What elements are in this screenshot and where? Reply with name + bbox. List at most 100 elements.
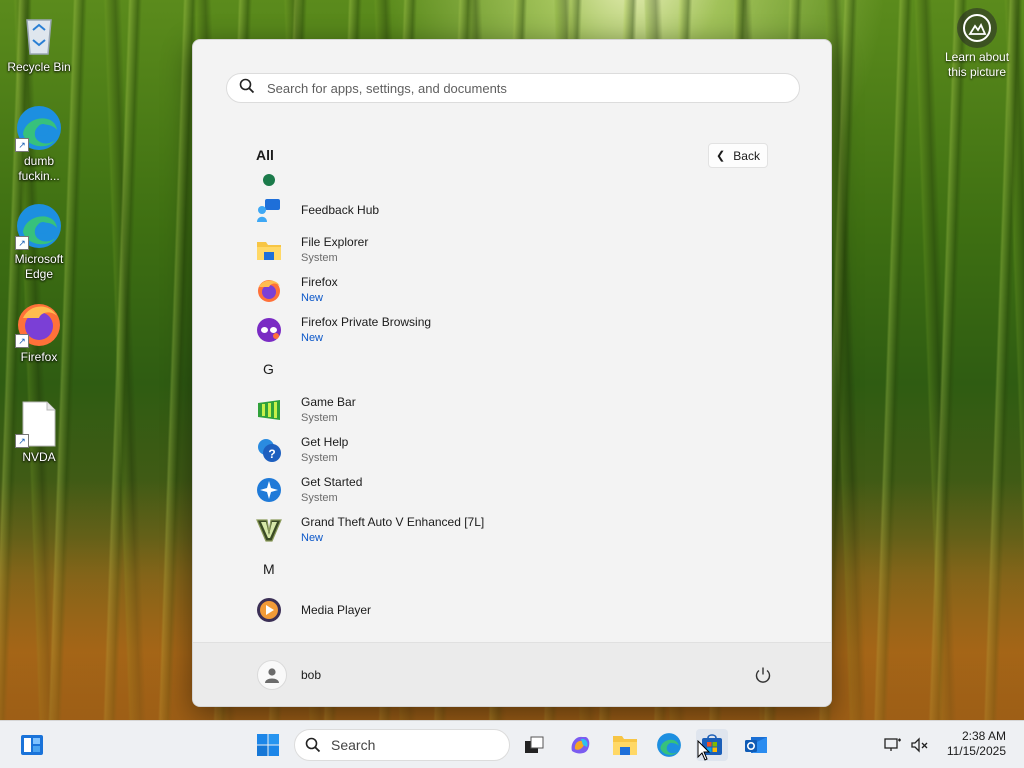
camera-icon bbox=[957, 8, 997, 48]
chevron-left-icon: ❮ bbox=[716, 150, 726, 162]
task-view-button[interactable] bbox=[518, 729, 550, 761]
list-item-media-player[interactable]: Media Player bbox=[243, 590, 783, 630]
start-footer: bob bbox=[193, 642, 831, 706]
outlook-icon bbox=[745, 737, 767, 753]
desktop-icon-label: Microsoft Edge bbox=[14, 252, 64, 281]
taskbar-search-label: Search bbox=[331, 737, 376, 753]
start-menu: All ❮ Back Feedback Hub bbox=[192, 39, 832, 707]
list-item-firefox-private[interactable]: Firefox Private Browsing New bbox=[243, 310, 783, 350]
user-avatar-icon bbox=[257, 660, 287, 690]
desktop-icon-label: Recycle Bin bbox=[7, 60, 71, 74]
desktop-icon-recycle-bin[interactable]: Recycle Bin bbox=[0, 10, 78, 75]
firefox-icon bbox=[255, 276, 283, 304]
back-button[interactable]: ❮ Back bbox=[708, 143, 768, 168]
svg-text:?: ? bbox=[268, 447, 275, 461]
edge-icon: ↗ bbox=[15, 104, 63, 152]
start-button[interactable] bbox=[252, 729, 284, 761]
desktop-icon-microsoft-edge[interactable]: ↗ Microsoft Edge bbox=[0, 202, 78, 282]
list-item-get-help[interactable]: ? Get Help System bbox=[243, 430, 783, 470]
start-search-input[interactable] bbox=[265, 79, 769, 97]
start-search-box[interactable] bbox=[226, 73, 800, 103]
app-list: Feedback Hub File Explorer System Firefo… bbox=[193, 172, 831, 644]
letter-header-g[interactable]: G bbox=[263, 361, 274, 377]
list-item-feedback-hub[interactable]: Feedback Hub bbox=[243, 190, 783, 230]
desktop-icon-firefox[interactable]: ↗ Firefox bbox=[0, 300, 78, 365]
app-name: Media Player bbox=[301, 603, 372, 617]
windows-logo-icon bbox=[257, 734, 279, 756]
section-title: All bbox=[256, 147, 274, 163]
outlook-button[interactable] bbox=[740, 729, 772, 761]
app-name: Firefox bbox=[301, 275, 338, 289]
edge-button[interactable] bbox=[653, 729, 685, 761]
clock-time: 2:38 AM bbox=[961, 729, 1006, 743]
taskbar-search[interactable]: Search bbox=[294, 729, 510, 761]
power-icon bbox=[755, 667, 771, 683]
power-button[interactable] bbox=[751, 663, 775, 687]
user-name: bob bbox=[301, 668, 322, 682]
document-icon: ↗ bbox=[15, 400, 63, 448]
list-item-game-bar[interactable]: Game Bar System bbox=[243, 390, 783, 430]
copilot-button[interactable] bbox=[564, 729, 596, 761]
taskbar: Search 2:38 AM 11/15/2025 bbox=[0, 720, 1024, 768]
learn-label: Learn about this picture bbox=[944, 50, 1010, 79]
shortcut-arrow-icon: ↗ bbox=[15, 236, 29, 250]
shortcut-arrow-icon: ↗ bbox=[15, 334, 29, 348]
task-view-icon bbox=[525, 736, 544, 753]
app-name: Feedback Hub bbox=[301, 203, 380, 217]
file-explorer-icon bbox=[613, 736, 637, 755]
feedback-hub-icon bbox=[255, 196, 283, 224]
system-clock[interactable]: 2:38 AM 11/15/2025 bbox=[947, 729, 1006, 759]
search-icon bbox=[239, 78, 255, 99]
app-name: Get Started bbox=[301, 475, 363, 489]
shortcut-arrow-icon: ↗ bbox=[15, 434, 29, 448]
app-sub: System bbox=[301, 252, 338, 264]
desktop-icon-label: NVDA bbox=[22, 450, 56, 464]
file-explorer-button[interactable] bbox=[609, 729, 641, 761]
new-badge: New bbox=[301, 532, 324, 544]
firefox-icon: ↗ bbox=[15, 300, 63, 348]
list-item-gta-v[interactable]: Grand Theft Auto V Enhanced [7L] New bbox=[243, 510, 783, 550]
get-help-icon: ? bbox=[255, 436, 283, 464]
back-label: Back bbox=[733, 148, 760, 163]
file-explorer-icon bbox=[255, 236, 283, 264]
new-badge: New bbox=[301, 332, 324, 344]
app-sub: System bbox=[301, 452, 338, 464]
app-name: Get Help bbox=[301, 435, 349, 449]
copilot-icon bbox=[571, 736, 590, 754]
get-started-icon bbox=[255, 476, 283, 504]
desktop-icon-nvda[interactable]: ↗ NVDA bbox=[0, 400, 78, 465]
letter-header-m[interactable]: M bbox=[263, 561, 275, 577]
edge-icon: ↗ bbox=[15, 202, 63, 250]
list-item-file-explorer[interactable]: File Explorer System bbox=[243, 230, 783, 270]
search-icon bbox=[305, 737, 321, 753]
clock-date: 11/15/2025 bbox=[946, 744, 1006, 758]
app-name: Grand Theft Auto V Enhanced [7L] bbox=[301, 515, 485, 529]
app-sub: System bbox=[301, 492, 338, 504]
new-badge: New bbox=[301, 292, 324, 304]
widgets-button[interactable] bbox=[16, 729, 48, 761]
desktop-icon-label: Firefox bbox=[20, 350, 58, 364]
learn-about-picture[interactable]: Learn about this picture bbox=[942, 8, 1012, 80]
app-name: File Explorer bbox=[301, 235, 369, 249]
mouse-cursor-icon bbox=[697, 739, 711, 767]
app-name: Game Bar bbox=[301, 395, 356, 409]
shortcut-arrow-icon: ↗ bbox=[15, 138, 29, 152]
game-bar-icon bbox=[255, 396, 283, 424]
list-item-firefox[interactable]: Firefox New bbox=[243, 270, 783, 310]
volume-button[interactable] bbox=[906, 729, 932, 761]
monitor-network-icon bbox=[884, 738, 901, 751]
network-button[interactable] bbox=[880, 729, 906, 761]
app-sub: System bbox=[301, 412, 338, 424]
desktop-icon-dumb-shortcut[interactable]: ↗ dumb fuckin... bbox=[0, 104, 78, 184]
list-item-get-started[interactable]: Get Started System bbox=[243, 470, 783, 510]
user-account-button[interactable]: bob bbox=[257, 660, 321, 690]
firefox-private-icon bbox=[255, 316, 283, 344]
speaker-muted-icon bbox=[911, 737, 928, 753]
media-player-icon bbox=[255, 596, 283, 624]
edge-icon bbox=[657, 733, 681, 757]
app-name: Firefox Private Browsing bbox=[301, 315, 432, 329]
recycle-bin-icon bbox=[15, 10, 63, 58]
widgets-icon bbox=[21, 735, 43, 755]
gta-icon bbox=[255, 516, 283, 544]
desktop-icon-label: dumb fuckin... bbox=[18, 154, 60, 183]
